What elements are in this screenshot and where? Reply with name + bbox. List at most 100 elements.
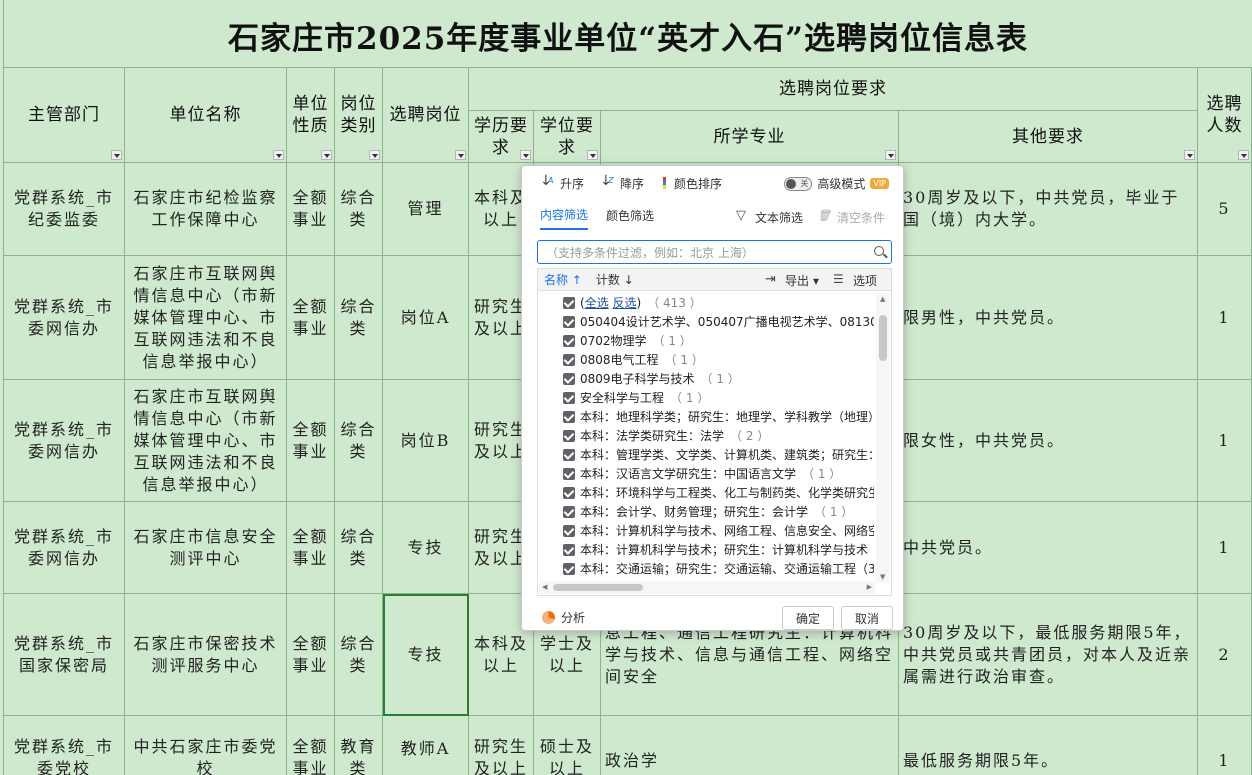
cell-other[interactable]: 限女性，中共党员。 (899, 380, 1198, 502)
list-item[interactable]: 本科：会计学、财务管理；研究生：会计学（ 1 ） (538, 502, 874, 521)
tab-color-filter[interactable]: 颜色筛选 (606, 207, 654, 229)
cell-major[interactable]: 政治学 (601, 716, 899, 775)
select-all-link[interactable]: 全选 (585, 296, 609, 310)
cell-dept[interactable]: 党群系统_市委网信办 (4, 502, 125, 594)
checkbox-checked-icon[interactable] (563, 429, 575, 442)
checkbox-checked-icon[interactable] (563, 486, 575, 499)
scroll-up-icon[interactable]: ▲ (880, 295, 885, 303)
cell-unit[interactable]: 中共石家庄市委党校 (125, 716, 287, 775)
export-button[interactable]: 导出 ▾ (765, 272, 819, 289)
ok-button[interactable]: 确定 (782, 606, 834, 630)
list-item-select-all[interactable]: (全选 反选) （ 413 ） (538, 293, 874, 312)
cancel-button[interactable]: 取消 (841, 606, 893, 630)
cell-education[interactable]: 研究生及以上 (469, 716, 534, 775)
filter-dropdown-icon[interactable] (520, 150, 531, 160)
checkbox-checked-icon[interactable] (563, 353, 575, 366)
list-item[interactable]: 本科：管理学类、文学类、计算机类、建筑类；研究生： (538, 445, 874, 464)
cell-nature[interactable]: 全额事业 (287, 163, 335, 256)
cell-position[interactable]: 岗位B (383, 380, 469, 502)
cell-count[interactable]: 2 (1198, 594, 1252, 716)
cell-count[interactable]: 5 (1198, 163, 1252, 256)
cell-position[interactable]: 教师A (383, 716, 469, 775)
checkbox-checked-icon[interactable] (563, 543, 575, 556)
sort-by-name[interactable]: 名称 ↑ (544, 271, 582, 288)
list-item[interactable]: 0808电气工程（ 1 ） (538, 350, 874, 369)
filter-dropdown-icon[interactable] (1238, 150, 1249, 160)
scroll-right-icon[interactable]: ▶ (867, 583, 872, 591)
checkbox-checked-icon[interactable] (563, 296, 575, 309)
checkbox-checked-icon[interactable] (563, 467, 575, 480)
cell-position[interactable]: 专技 (383, 502, 469, 594)
cell-nature[interactable]: 全额事业 (287, 502, 335, 594)
cell-unit[interactable]: 石家庄市互联网舆情信息中心（市新媒体管理中心、市互联网违法和不良信息举报中心） (125, 380, 287, 502)
filter-value-list[interactable]: 名称 ↑ 计数 ↓ 导出 ▾ 选项 (全选 反选) （ 413 ） 050404… (537, 268, 892, 596)
filter-search-input[interactable]: （支持多条件过滤，例如：北京 上海） (537, 240, 892, 264)
list-item[interactable]: 0702物理学（ 1 ） (538, 331, 874, 350)
checkbox-checked-icon[interactable] (563, 448, 575, 461)
cell-category[interactable]: 综合类 (335, 380, 383, 502)
advanced-mode-toggle[interactable]: 关 (784, 176, 813, 191)
cell-nature[interactable]: 全额事业 (287, 380, 335, 502)
scroll-left-icon[interactable]: ◀ (542, 583, 547, 591)
cell-count[interactable]: 1 (1198, 256, 1252, 380)
checkbox-checked-icon[interactable] (563, 334, 575, 347)
filter-dropdown-icon[interactable] (273, 150, 284, 160)
cell-unit[interactable]: 石家庄市纪检监察工作保障中心 (125, 163, 287, 256)
cell-nature[interactable]: 全额事业 (287, 594, 335, 716)
cell-count[interactable]: 1 (1198, 380, 1252, 502)
checkbox-checked-icon[interactable] (563, 391, 575, 404)
checkbox-checked-icon[interactable] (563, 505, 575, 518)
scrollbar-thumb[interactable] (553, 584, 643, 591)
list-item[interactable]: 0809电子科学与技术（ 1 ） (538, 369, 874, 388)
list-item[interactable]: 本科：计算机科学与技术、网络工程、信息安全、网络空 (538, 521, 874, 540)
horizontal-scrollbar[interactable]: ◀ ▶ (539, 581, 875, 594)
checkbox-checked-icon[interactable] (563, 524, 575, 537)
vertical-scrollbar[interactable]: ▲ ▼ (876, 293, 890, 583)
list-item[interactable]: 本科：地理科学类；研究生：地理学、学科教学（地理） (538, 407, 874, 426)
cell-other[interactable]: 限男性，中共党员。 (899, 256, 1198, 380)
cell-position[interactable]: 岗位A (383, 256, 469, 380)
cell-other[interactable]: 30周岁及以下，最低服务期限5年，中共党员或共青团员，对本人及近亲属需进行政治审… (899, 594, 1198, 716)
cell-other[interactable]: 最低服务期限5年。 (899, 716, 1198, 775)
sort-asc-button[interactable]: 升序 (540, 173, 584, 192)
filter-popup[interactable]: 升序 降序 颜色排序 关 高级模式 VIP 内容筛选 颜色筛选 文本筛选 清空条… (521, 165, 904, 631)
cell-other[interactable]: 中共党员。 (899, 502, 1198, 594)
filter-dropdown-icon[interactable] (321, 150, 332, 160)
color-sort-button[interactable]: 颜色排序 (660, 175, 722, 192)
cell-nature[interactable]: 全额事业 (287, 716, 335, 775)
cell-count[interactable]: 1 (1198, 716, 1252, 775)
cell-count[interactable]: 1 (1198, 502, 1252, 594)
cell-category[interactable]: 综合类 (335, 163, 383, 256)
cell-position[interactable]: 专技 (383, 594, 469, 716)
list-item[interactable]: 050404设计艺术学、050407广播电视艺术学、081302建筑 (538, 312, 874, 331)
cell-dept[interactable]: 党群系统_市委网信办 (4, 380, 125, 502)
list-item[interactable]: 本科：环境科学与工程类、化工与制药类、化学类研究生 (538, 483, 874, 502)
cell-dept[interactable]: 党群系统_市委网信办 (4, 256, 125, 380)
checkbox-checked-icon[interactable] (563, 410, 575, 423)
cell-other[interactable]: 30周岁及以下，中共党员，毕业于国（境）内大学。 (899, 163, 1198, 256)
cell-unit[interactable]: 石家庄市保密技术测评服务中心 (125, 594, 287, 716)
cell-category[interactable]: 教育类 (335, 716, 383, 775)
list-item[interactable]: 安全科学与工程（ 1 ） (538, 388, 874, 407)
text-filter-button[interactable]: 文本筛选 (735, 208, 803, 226)
cell-unit[interactable]: 石家庄市信息安全测评中心 (125, 502, 287, 594)
filter-dropdown-icon[interactable] (369, 150, 380, 160)
filter-dropdown-icon[interactable] (111, 150, 122, 160)
scrollbar-thumb[interactable] (879, 315, 887, 361)
cell-category[interactable]: 综合类 (335, 594, 383, 716)
filter-dropdown-icon[interactable] (455, 150, 466, 160)
sort-desc-button[interactable]: 降序 (600, 173, 644, 192)
invert-link[interactable]: 反选 (613, 296, 637, 310)
options-button[interactable]: 选项 (833, 272, 877, 289)
scroll-down-icon[interactable]: ▼ (880, 573, 885, 581)
filter-dropdown-icon[interactable] (587, 150, 598, 160)
list-item[interactable]: 本科：汉语言文学研究生：中国语言文学（ 1 ） (538, 464, 874, 483)
checkbox-checked-icon[interactable] (563, 372, 575, 385)
cell-degree[interactable]: 硕士及以上 (534, 716, 601, 775)
cell-category[interactable]: 综合类 (335, 256, 383, 380)
search-icon[interactable] (873, 245, 887, 259)
cell-unit[interactable]: 石家庄市互联网舆情信息中心（市新媒体管理中心、市互联网违法和不良信息举报中心） (125, 256, 287, 380)
cell-dept[interactable]: 党群系统_市国家保密局 (4, 594, 125, 716)
cell-dept[interactable]: 党群系统_市委党校 (4, 716, 125, 775)
filter-dropdown-icon[interactable] (1184, 150, 1195, 160)
